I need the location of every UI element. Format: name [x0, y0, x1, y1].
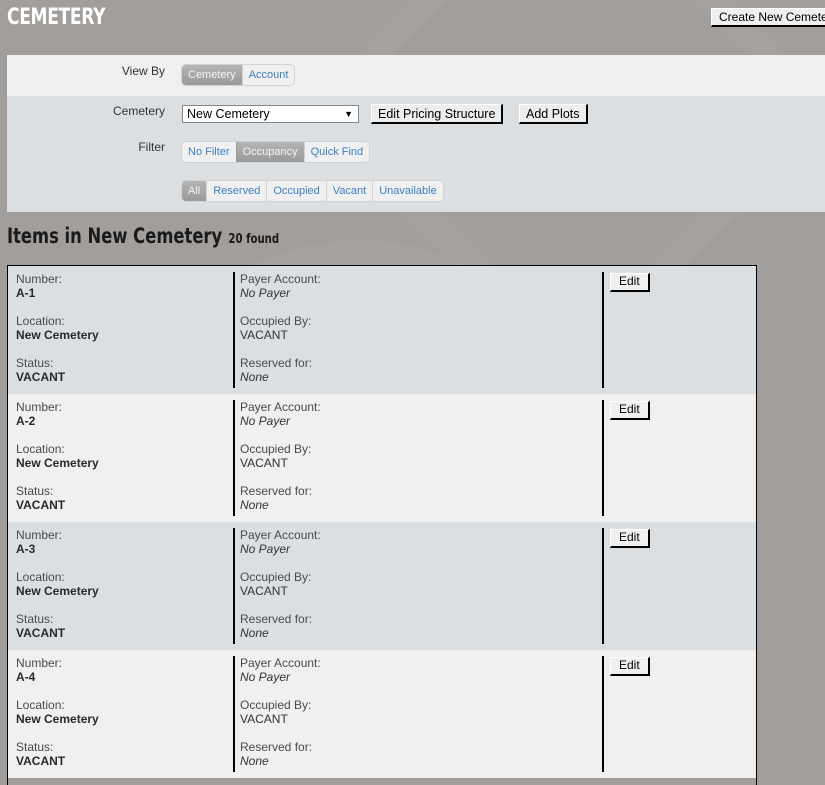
view-by-row: View By Cemetery Account — [7, 55, 825, 96]
reserved-value: None — [240, 498, 269, 512]
edit-button[interactable]: Edit — [610, 528, 650, 548]
number-label: Number: — [16, 528, 63, 542]
view-by-toggle: Cemetery Account — [181, 64, 296, 86]
payer-value: No Payer — [240, 414, 291, 428]
occupancy-vacant[interactable]: Vacant — [325, 181, 372, 201]
payer-value: No Payer — [240, 542, 291, 556]
payer-label: Payer Account: — [240, 272, 321, 286]
page-title: CEMETERY — [7, 5, 106, 30]
cemetery-select-value: New Cemetery — [187, 107, 270, 121]
items-heading: Items in New Cemetery 20 found — [7, 224, 279, 248]
view-by-label: View By — [121, 64, 165, 78]
location-value: New Cemetery — [16, 712, 99, 726]
view-by-account[interactable]: Account — [241, 65, 295, 85]
reserved-value: None — [240, 370, 269, 384]
items-count: 20 found — [228, 232, 280, 247]
location-value: New Cemetery — [16, 584, 99, 598]
list-item: Number: A-3 Location: New Cemetery Status:… — [8, 522, 756, 650]
number-value: A-4 — [16, 670, 36, 684]
filter-occupancy[interactable]: Occupancy — [235, 142, 304, 162]
reserved-value: None — [240, 626, 269, 640]
filter-quick-find[interactable]: Quick Find — [303, 142, 370, 162]
status-label: Status: — [16, 740, 54, 754]
edit-button[interactable]: Edit — [610, 400, 650, 420]
cemetery-label: Cemetery — [112, 104, 165, 118]
reserved-label: Reserved for: — [240, 356, 313, 370]
view-by-cemetery[interactable]: Cemetery — [182, 65, 242, 85]
occupied-value: VACANT — [240, 456, 288, 470]
occupied-label: Occupied By: — [240, 570, 312, 584]
number-label: Number: — [16, 272, 63, 286]
status-value: VACANT — [16, 370, 66, 384]
add-plots-button[interactable]: Add Plots — [519, 104, 588, 124]
occupancy-all[interactable]: All — [182, 181, 207, 201]
edit-button[interactable]: Edit — [610, 272, 650, 292]
payer-label: Payer Account: — [240, 528, 321, 542]
reserved-label: Reserved for: — [240, 740, 313, 754]
list-item: Number: A-2 Location: New Cemetery Status:… — [8, 394, 756, 522]
status-value: VACANT — [16, 754, 66, 768]
status-value: VACANT — [16, 626, 66, 640]
occupied-label: Occupied By: — [240, 698, 312, 712]
payer-label: Payer Account: — [240, 656, 321, 670]
edit-pricing-structure-button[interactable]: Edit Pricing Structure — [371, 104, 504, 124]
occupied-value: VACANT — [240, 712, 288, 726]
filter-no-filter[interactable]: No Filter — [182, 142, 236, 162]
payer-value: No Payer — [240, 286, 291, 300]
status-value: VACANT — [16, 498, 66, 512]
page-header: CEMETERY Create New Cemetery — [0, 0, 825, 55]
reserved-label: Reserved for: — [240, 484, 313, 498]
occupancy-reserved[interactable]: Reserved — [206, 181, 266, 201]
filter-toggle: No Filter Occupancy Quick Find — [181, 141, 371, 163]
location-label: Location: — [16, 442, 65, 456]
number-label: Number: — [16, 400, 63, 414]
occupied-label: Occupied By: — [240, 314, 312, 328]
dropdown-arrow-icon: ▼ — [344, 109, 353, 119]
controls-panel: View By Cemetery Account Cemetery New Ce… — [7, 55, 825, 212]
payer-label: Payer Account: — [240, 400, 321, 414]
status-label: Status: — [16, 356, 54, 370]
location-value: New Cemetery — [16, 328, 99, 342]
cemetery-select[interactable]: New Cemetery ▼ — [182, 105, 359, 123]
location-value: New Cemetery — [16, 456, 99, 470]
occupancy-occupied[interactable]: Occupied — [266, 181, 325, 201]
reserved-label: Reserved for: — [240, 612, 313, 626]
reserved-value: None — [240, 754, 269, 768]
occupied-label: Occupied By: — [240, 442, 312, 456]
number-value: A-3 — [16, 542, 36, 556]
items-title: Items in New Cemetery — [7, 224, 223, 248]
create-new-cemetery-button[interactable]: Create New Cemetery — [711, 8, 825, 27]
location-label: Location: — [16, 314, 65, 328]
location-label: Location: — [16, 698, 65, 712]
occupancy-unavailable[interactable]: Unavailable — [372, 181, 442, 201]
location-label: Location: — [16, 570, 65, 584]
occupancy-toggle: All Reserved Occupied Vacant Unavailable — [181, 180, 444, 202]
occupied-value: VACANT — [240, 328, 288, 342]
list-item: Number: A-1 Location: New Cemetery Status:… — [8, 266, 756, 394]
payer-value: No Payer — [240, 670, 291, 684]
items-list: Number: A-1 Location: New Cemetery Status:… — [7, 265, 757, 785]
number-label: Number: — [16, 656, 63, 670]
filter-label: Filter — [138, 140, 165, 154]
number-value: A-2 — [16, 414, 36, 428]
occupied-value: VACANT — [240, 584, 288, 598]
edit-button[interactable]: Edit — [610, 656, 650, 676]
list-item: Number: A-4 Location: New Cemetery Status:… — [8, 650, 756, 778]
number-value: A-1 — [16, 286, 36, 300]
status-label: Status: — [16, 484, 54, 498]
status-label: Status: — [16, 612, 54, 626]
